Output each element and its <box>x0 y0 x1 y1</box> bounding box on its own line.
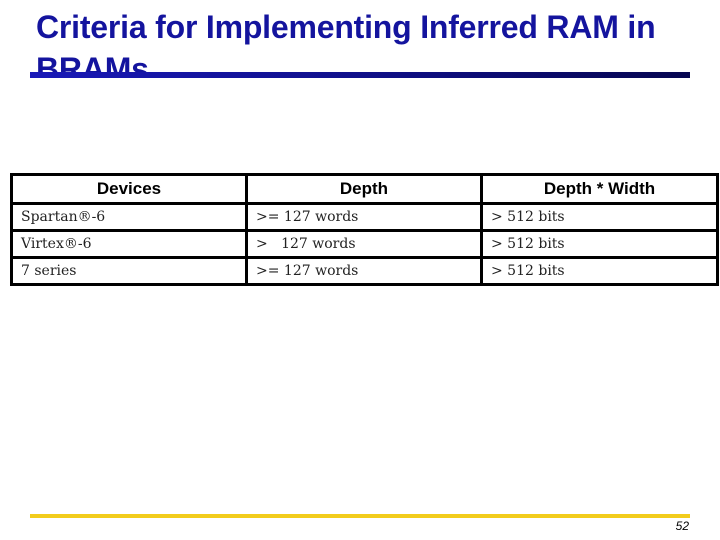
page-number: 52 <box>675 519 689 533</box>
header-devices: Devices <box>10 173 248 205</box>
criteria-table: Devices Depth Depth * Width Spartan®-6 >… <box>10 173 719 286</box>
cell-device: Virtex®-6 <box>10 229 248 259</box>
header-depth-width: Depth * Width <box>480 173 719 205</box>
cell-device: 7 series <box>10 256 248 286</box>
table-row: Spartan®-6 >= 127 words > 512 bits <box>10 202 719 232</box>
header-depth: Depth <box>245 173 483 205</box>
title-overflow-mask <box>0 78 720 98</box>
cell-device: Spartan®-6 <box>10 202 248 232</box>
table-row: Virtex®-6 > 127 words > 512 bits <box>10 229 719 259</box>
cell-depth-width: > 512 bits <box>480 256 719 286</box>
table-header-row: Devices Depth Depth * Width <box>10 173 719 205</box>
cell-depth-width: > 512 bits <box>480 229 719 259</box>
title-underline-bar <box>30 72 690 78</box>
cell-depth: >= 127 words <box>245 256 483 286</box>
cell-depth: >= 127 words <box>245 202 483 232</box>
footer-bar <box>30 514 690 518</box>
cell-depth-width: > 512 bits <box>480 202 719 232</box>
table-row: 7 series >= 127 words > 512 bits <box>10 256 719 286</box>
cell-depth: > 127 words <box>245 229 483 259</box>
